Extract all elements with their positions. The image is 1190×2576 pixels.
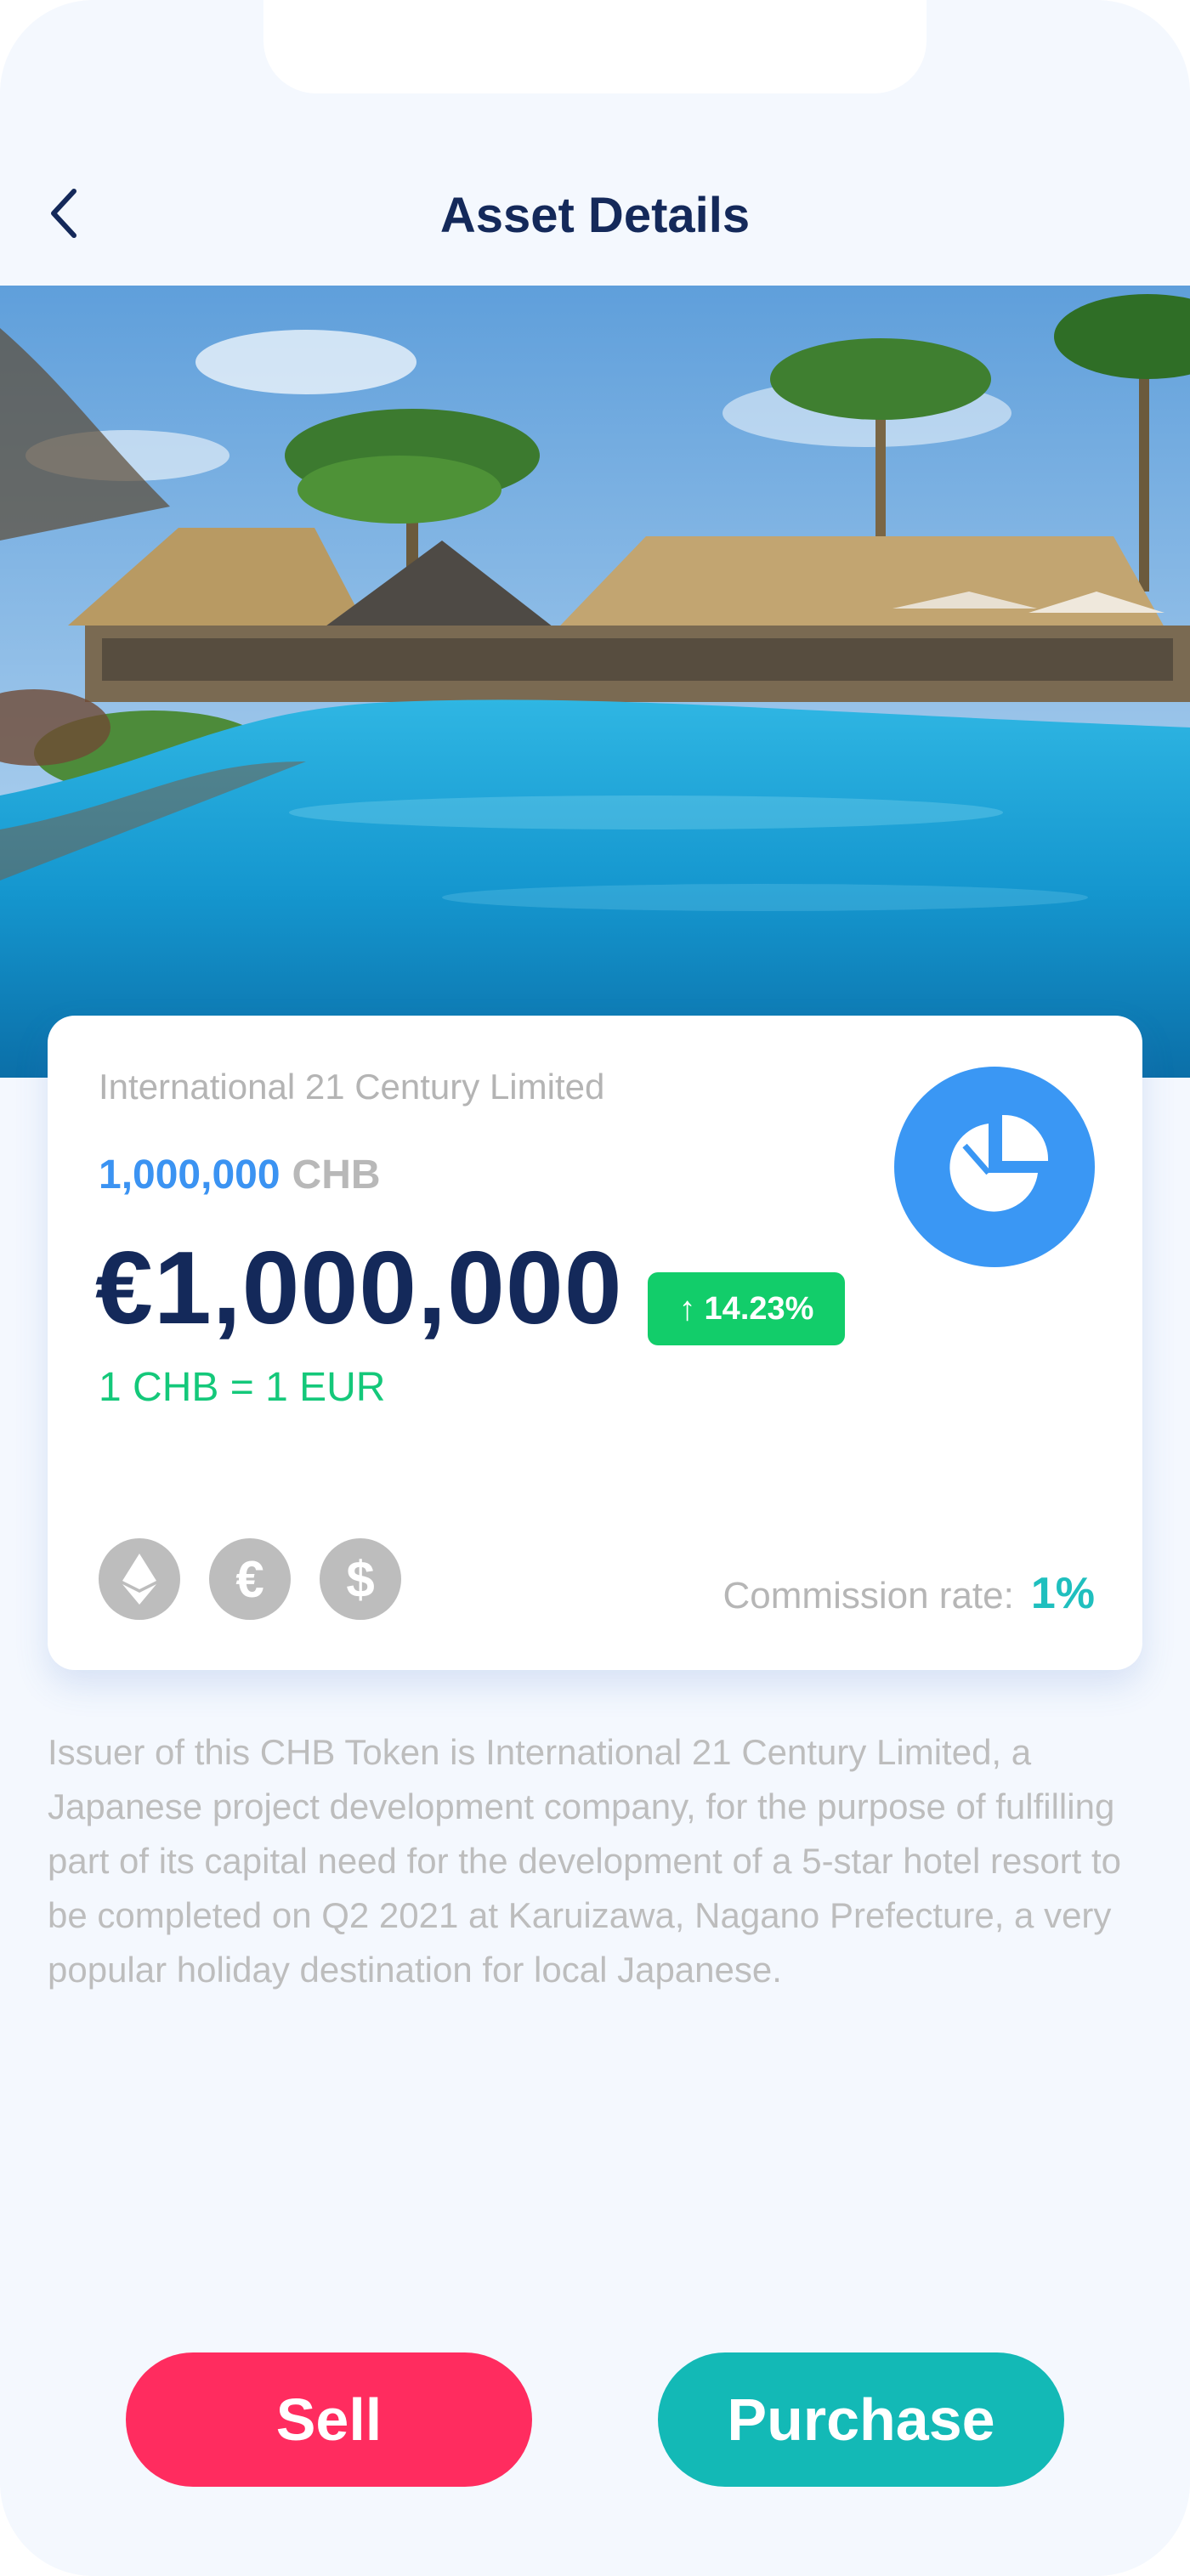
token-amount: 1,000,000 [99,1152,280,1197]
ethereum-glyph [122,1554,156,1605]
phone-screen: Asset Details International 21 Century L… [0,0,1190,2576]
asset-hero-image [0,286,1190,1078]
asset-summary-card: International 21 Century Limited 1,000,0… [48,1016,1142,1670]
sell-button[interactable]: Sell [126,2352,532,2487]
exchange-rate: 1 CHB = 1 EUR [99,1365,386,1410]
resort-pool-photo [0,286,1190,1078]
price-change-value: 14.23% [704,1290,814,1327]
price-change-badge: ↑ 14.23% [648,1272,845,1345]
token-symbol: CHB [292,1152,381,1197]
app-header: Asset Details [0,153,1190,280]
token-supply: 1,000,000 CHB [99,1152,381,1198]
ethereum-icon[interactable] [99,1538,180,1620]
issuer-name: International 21 Century Limited [99,1067,605,1107]
payment-currency-icons: € $ [99,1538,430,1620]
asset-price: €1,000,000 [95,1230,623,1345]
commission-label: Commission rate: [722,1575,1014,1616]
asset-description: Issuer of this CHB Token is Internationa… [48,1732,1122,1990]
device-notch [264,0,926,93]
pie-chart-icon [949,1114,1049,1212]
commission-value: 1% [1030,1569,1095,1618]
dollar-icon[interactable]: $ [320,1538,401,1620]
commission-rate: Commission rate: 1% [723,1568,1095,1619]
page-title: Asset Details [439,188,751,243]
arrow-up-icon: ↑ [678,1289,696,1328]
purchase-button[interactable]: Purchase [658,2352,1064,2487]
euro-icon[interactable]: € [209,1538,291,1620]
pie-chart-button[interactable] [894,1067,1095,1267]
